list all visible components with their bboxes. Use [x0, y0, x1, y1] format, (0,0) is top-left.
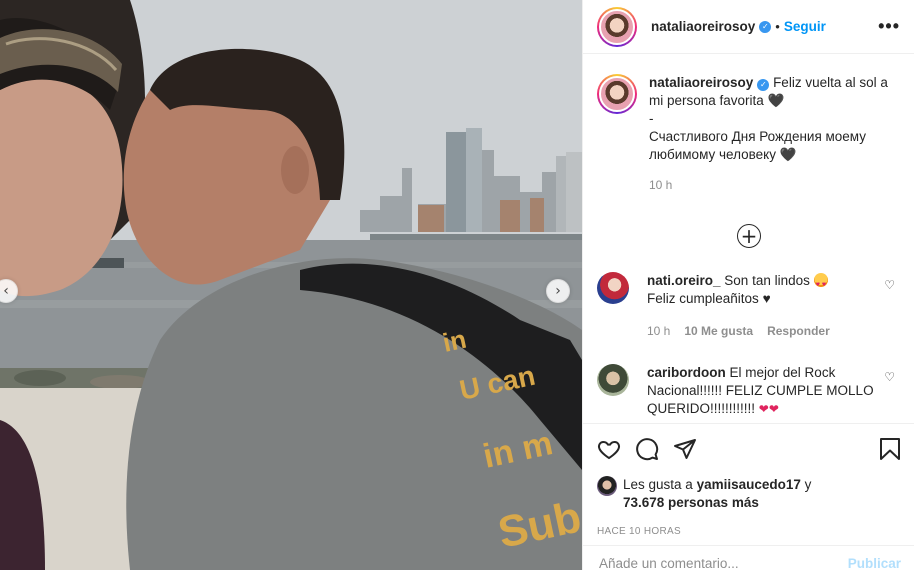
- black-heart-icon: 🖤: [767, 93, 785, 108]
- reply-button[interactable]: Responder: [767, 322, 830, 340]
- black-heart-icon: 🖤: [779, 147, 797, 162]
- next-photo-button[interactable]: ›: [546, 279, 570, 303]
- comment-text: Son tan lindos: [724, 273, 810, 288]
- likes-count[interactable]: 73.678 personas más: [623, 495, 759, 510]
- likes-prefix: Les gusta a: [623, 477, 693, 492]
- comments-section[interactable]: nataliaoreirosoy ✓ Feliz vuelta al sol a …: [583, 62, 914, 422]
- like-comment-icon[interactable]: ♡: [884, 278, 895, 292]
- red-heart-icon: ❤❤: [758, 402, 779, 416]
- comment-bubble-icon[interactable]: [635, 437, 659, 461]
- heart-eyes-emoji-icon: [813, 273, 828, 294]
- publish-button[interactable]: Publicar: [848, 556, 901, 570]
- post-actions: Les gusta a yamiisaucedo17 y 73.678 pers…: [583, 423, 914, 537]
- post-caption: nataliaoreirosoy ✓ Feliz vuelta al sol a …: [597, 62, 901, 194]
- comment-item: caribordoon El mejor del Rock Nacional!!…: [597, 364, 901, 418]
- author-avatar[interactable]: [597, 6, 637, 47]
- chevron-right-icon: ›: [555, 283, 561, 299]
- like-heart-icon[interactable]: [597, 437, 621, 461]
- comment-time: 10 h: [647, 324, 671, 338]
- share-paper-plane-icon[interactable]: [673, 437, 697, 461]
- likes-summary: Les gusta a yamiisaucedo17 y 73.678 pers…: [597, 476, 901, 512]
- separator-dot: •: [775, 19, 780, 34]
- comment-input[interactable]: [599, 556, 848, 570]
- likes-connector: y: [804, 477, 812, 492]
- follow-button[interactable]: Seguir: [784, 19, 826, 34]
- commenter-avatar[interactable]: [597, 272, 629, 304]
- post-side-panel: nataliaoreirosoy ✓ • Seguir ••• nataliao…: [582, 0, 914, 570]
- like-comment-icon[interactable]: ♡: [884, 370, 895, 384]
- author-username[interactable]: nataliaoreirosoy: [651, 19, 755, 34]
- commenter-username[interactable]: nati.oreiro_: [647, 273, 721, 288]
- chevron-left-icon: ‹: [3, 283, 9, 299]
- caption-line-2: Счастливого Дня Рождения моему любимому …: [649, 129, 866, 162]
- post-header: nataliaoreirosoy ✓ • Seguir •••: [583, 0, 914, 54]
- liker-username[interactable]: yamiisaucedo17: [697, 477, 801, 492]
- caption-dash: -: [649, 111, 654, 126]
- verified-badge-icon: ✓: [759, 20, 772, 33]
- commenter-avatar[interactable]: [597, 364, 629, 396]
- photo-scene: in U can in m Sub: [0, 0, 582, 570]
- verified-badge-icon: ✓: [757, 79, 770, 91]
- caption-username[interactable]: nataliaoreirosoy: [649, 75, 753, 90]
- heart-icon: ♥: [762, 291, 771, 306]
- commenter-username[interactable]: caribordoon: [647, 365, 726, 380]
- liker-avatar[interactable]: [597, 476, 617, 496]
- load-more-comments-icon[interactable]: +: [737, 224, 761, 248]
- comment-likes[interactable]: 10 Me gusta: [684, 322, 753, 340]
- comment-text-2: Feliz cumpleañitos: [647, 291, 759, 306]
- post-photo[interactable]: in U can in m Sub ‹ ›: [0, 0, 582, 570]
- caption-time: 10 h: [649, 178, 673, 192]
- save-bookmark-icon[interactable]: [879, 437, 901, 461]
- more-options-icon[interactable]: •••: [878, 16, 900, 37]
- add-comment-bar: Publicar: [583, 545, 914, 570]
- post-timestamp[interactable]: HACE 10 HORAS: [597, 526, 901, 537]
- comment-item: nati.oreiro_ Son tan lindos Feliz cumple…: [597, 272, 901, 340]
- caption-avatar[interactable]: [597, 74, 637, 114]
